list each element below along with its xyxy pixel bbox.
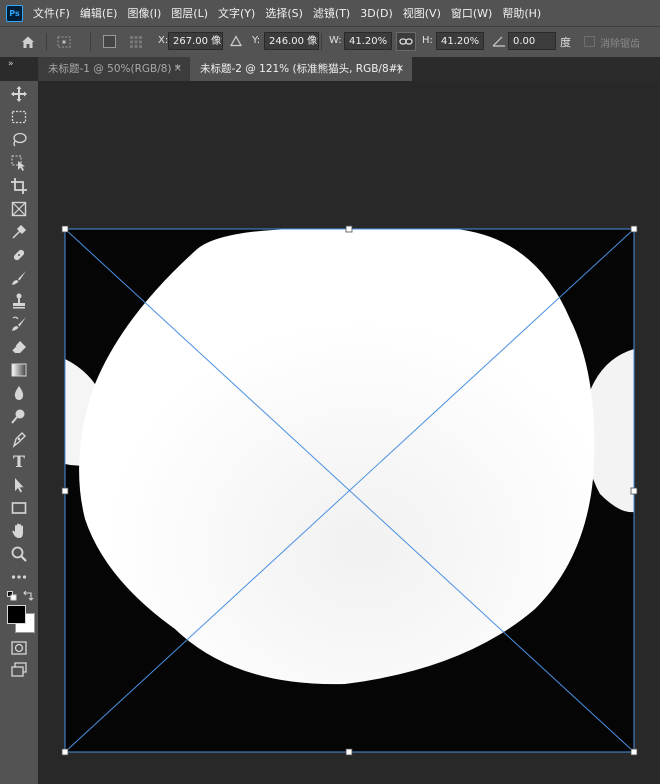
transform-handle-top[interactable] — [345, 225, 353, 233]
transform-handle-top-right[interactable] — [630, 225, 638, 233]
transform-handle-top-left[interactable] — [61, 225, 69, 233]
transform-handle-left[interactable] — [61, 487, 69, 495]
transform-handle-bottom[interactable] — [345, 748, 353, 756]
transform-handle-right[interactable] — [630, 487, 638, 495]
transform-handle-bottom-right[interactable] — [630, 748, 638, 756]
transform-handle-bottom-left[interactable] — [61, 748, 69, 756]
free-transform-box — [61, 225, 638, 756]
